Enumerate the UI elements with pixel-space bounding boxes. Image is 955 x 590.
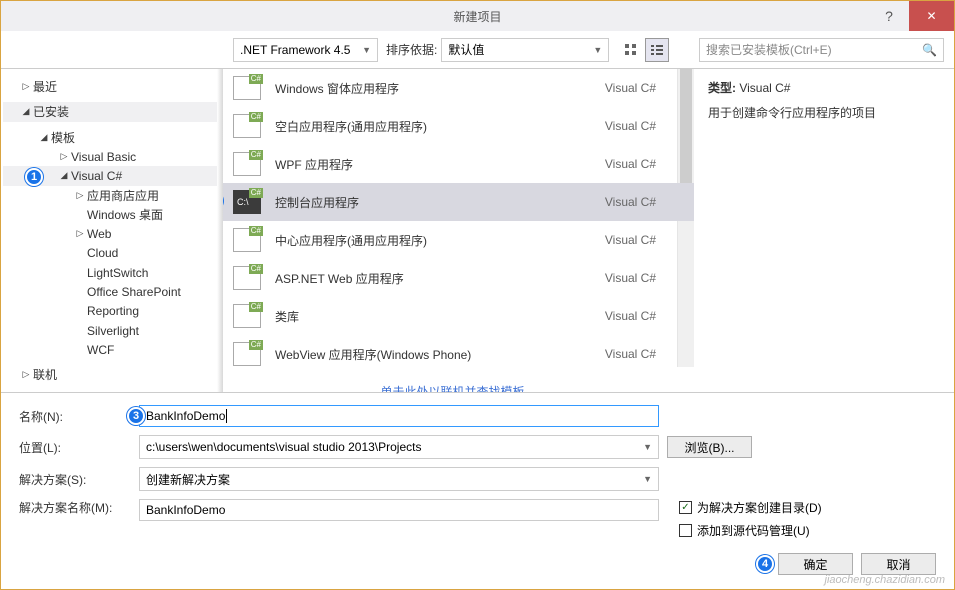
nav-sub-8[interactable]: WCF <box>3 340 221 359</box>
window-title: 新建项目 <box>453 8 501 25</box>
template-icon: C# <box>233 342 261 366</box>
location-combo[interactable]: c:\users\wen\documents\visual studio 201… <box>139 435 659 459</box>
list-item[interactable]: 2 C#C:\控制台应用程序Visual C# <box>223 183 694 221</box>
chevron-down-icon: ▼ <box>643 442 652 452</box>
search-input[interactable]: 搜索已安装模板(Ctrl+E) 🔍 <box>699 38 944 62</box>
collapse-icon: ◢ <box>39 132 49 143</box>
expand-icon: ▷ <box>59 151 69 162</box>
framework-combo[interactable]: .NET Framework 4.5 ▼ <box>233 38 378 62</box>
sort-label: 排序依据: <box>386 41 437 58</box>
nav-sub-4[interactable]: LightSwitch <box>3 263 221 282</box>
cursor-icon <box>226 409 227 423</box>
nav-sub-3[interactable]: Cloud <box>3 244 221 263</box>
solution-combo[interactable]: 创建新解决方案▼ <box>139 467 659 491</box>
footer: 4 确定 取消 <box>19 553 936 575</box>
online-link-row: 单击此处以联机并查找模板。 <box>223 373 694 392</box>
template-icon: C# <box>233 228 261 252</box>
close-button[interactable]: ✕ <box>909 1 954 31</box>
solution-name-input[interactable]: BankInfoDemo <box>139 499 659 521</box>
nav-sub-5[interactable]: Office SharePoint <box>3 282 221 301</box>
help-button[interactable]: ? <box>874 1 904 31</box>
nav-sub-1[interactable]: Windows 桌面 <box>3 205 221 224</box>
nav-tree: ▷最近 ◢已安装 ◢模板 ▷Visual Basic 1 ◢Visual C# … <box>1 69 223 392</box>
view-grid-button[interactable] <box>619 38 643 62</box>
template-icon: C# <box>233 266 261 290</box>
template-list: C#Windows 窗体应用程序Visual C# C#空白应用程序(通用应用程… <box>223 69 694 392</box>
template-icon: C# <box>233 152 261 176</box>
nav-vb[interactable]: ▷Visual Basic <box>3 147 221 166</box>
browse-button[interactable]: 浏览(B)... <box>667 436 752 458</box>
annotation-4: 4 <box>756 555 774 573</box>
create-dir-checkbox[interactable]: ✓为解决方案创建目录(D) <box>679 499 822 516</box>
ok-button[interactable]: 确定 <box>778 553 853 575</box>
solution-label: 解决方案(S): <box>19 471 139 488</box>
template-icon: C#C:\ <box>233 190 261 214</box>
cancel-button[interactable]: 取消 <box>861 553 936 575</box>
toolbar: .NET Framework 4.5 ▼ 排序依据: 默认值 ▼ 搜索已安装模板… <box>1 31 954 69</box>
location-label: 位置(L): <box>19 439 139 456</box>
template-icon: C# <box>233 304 261 328</box>
checkbox-checked-icon: ✓ <box>679 501 692 514</box>
chevron-down-icon: ▼ <box>593 45 602 55</box>
annotation-1: 1 <box>25 168 43 186</box>
checkbox-icon <box>679 524 692 537</box>
source-control-checkbox[interactable]: 添加到源代码管理(U) <box>679 522 822 539</box>
nav-sub-7[interactable]: Silverlight <box>3 321 221 340</box>
list-item[interactable]: C#类库Visual C# <box>223 297 694 335</box>
nav-templates[interactable]: ◢模板 <box>3 128 221 147</box>
list-item[interactable]: C#WPF 应用程序Visual C# <box>223 145 694 183</box>
list-item[interactable]: C#空白应用程序(通用应用程序)Visual C# <box>223 107 694 145</box>
type-value: Visual C# <box>739 81 790 95</box>
expand-icon: ▷ <box>21 369 31 380</box>
bottom-panel: 名称(N): 3 BankInfoDemo 位置(L): c:\users\we… <box>1 392 954 589</box>
nav-recent[interactable]: ▷最近 <box>3 77 221 96</box>
online-link[interactable]: 单击此处以联机并查找模板。 <box>380 385 536 392</box>
nav-vcs[interactable]: 1 ◢Visual C# <box>3 166 221 185</box>
type-label: 类型: <box>708 81 736 95</box>
template-icon: C# <box>233 76 261 100</box>
name-input[interactable]: 3 BankInfoDemo <box>139 405 659 427</box>
nav-sub-6[interactable]: Reporting <box>3 302 221 321</box>
list-item[interactable]: C#WebView 应用程序(Windows Phone)Visual C# <box>223 335 694 373</box>
list-item[interactable]: C#Windows 窗体应用程序Visual C# <box>223 69 694 107</box>
chevron-down-icon: ▼ <box>362 45 371 55</box>
titlebar: 新建项目 ? ✕ <box>1 1 954 31</box>
collapse-icon: ◢ <box>59 170 69 181</box>
nav-online[interactable]: ▷联机 <box>3 365 221 384</box>
list-item[interactable]: C#ASP.NET Web 应用程序Visual C# <box>223 259 694 297</box>
template-icon: C# <box>233 114 261 138</box>
expand-icon: ▷ <box>21 81 31 92</box>
expand-icon: ▷ <box>75 190 85 201</box>
nav-sub-0[interactable]: ▷应用商店应用 <box>3 186 221 205</box>
solution-name-label: 解决方案名称(M): <box>19 499 139 516</box>
sort-combo[interactable]: 默认值 ▼ <box>441 38 609 62</box>
nav-installed[interactable]: ◢已安装 <box>3 102 221 121</box>
search-icon: 🔍 <box>922 43 937 57</box>
collapse-icon: ◢ <box>21 106 31 117</box>
expand-icon: ▷ <box>75 228 85 239</box>
list-item[interactable]: C#中心应用程序(通用应用程序)Visual C# <box>223 221 694 259</box>
chevron-down-icon: ▼ <box>643 474 652 484</box>
view-list-button[interactable] <box>645 38 669 62</box>
info-panel: 类型: Visual C# 用于创建命令行应用程序的项目 <box>694 69 954 392</box>
framework-value: .NET Framework 4.5 <box>240 43 350 57</box>
nav-sub-2[interactable]: ▷Web <box>3 224 221 243</box>
search-placeholder: 搜索已安装模板(Ctrl+E) <box>706 41 832 58</box>
sort-value: 默认值 <box>448 41 484 58</box>
main: ▷最近 ◢已安装 ◢模板 ▷Visual Basic 1 ◢Visual C# … <box>1 69 954 392</box>
description: 用于创建命令行应用程序的项目 <box>708 104 940 121</box>
name-label: 名称(N): <box>19 408 139 425</box>
annotation-3: 3 <box>127 407 145 425</box>
